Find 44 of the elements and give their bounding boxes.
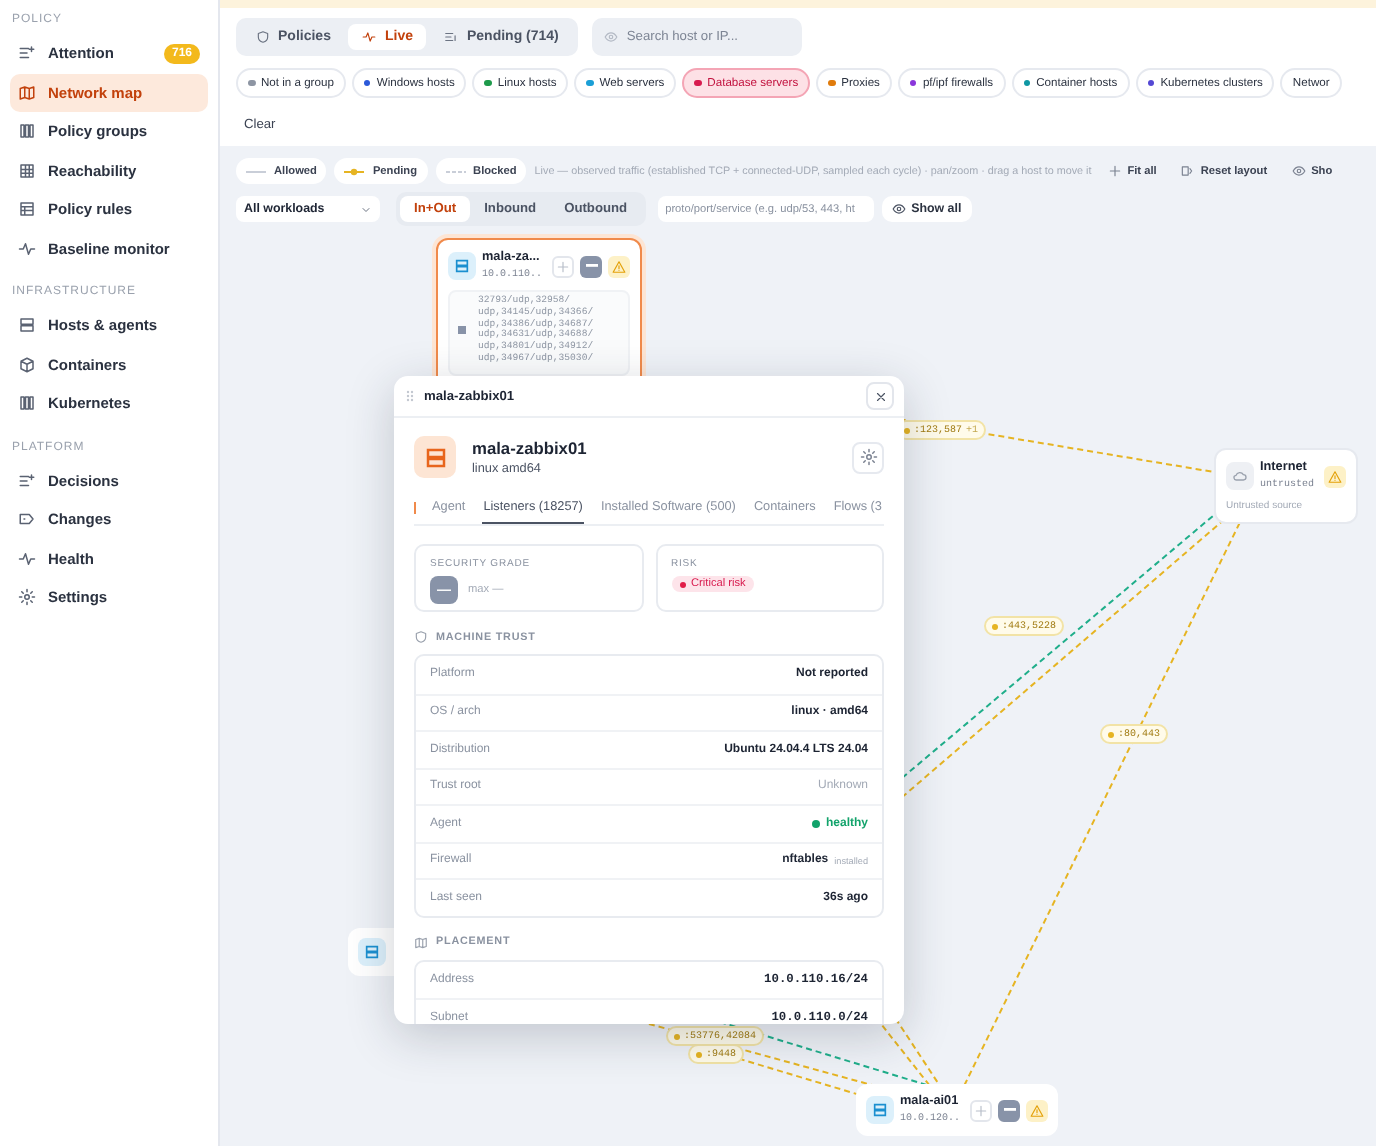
- pulse-icon: [362, 30, 377, 44]
- grade-icon: [580, 255, 603, 277]
- pulse-icon: [18, 549, 36, 568]
- table-icon: [18, 200, 36, 219]
- settings-icon: [859, 448, 877, 466]
- pulse-icon: [18, 239, 36, 258]
- eye-icon: [891, 202, 906, 216]
- crosshair-icon: [556, 259, 571, 273]
- pending-line-icon: [344, 167, 365, 175]
- scrolled-tab-marker: [414, 502, 416, 514]
- grade-icon: [998, 1099, 1021, 1121]
- server-icon: [18, 316, 36, 335]
- server-icon: [414, 436, 456, 478]
- grid-icon: [18, 161, 36, 180]
- allowed-line-icon: [246, 167, 266, 175]
- eye-icon: [1291, 164, 1306, 178]
- shield-icon: [256, 30, 270, 44]
- reset-layout-icon: [1180, 164, 1195, 178]
- cloud-icon: [1226, 462, 1254, 490]
- close-icon: [873, 389, 887, 403]
- focus-button[interactable]: [970, 1099, 993, 1121]
- map-icon: [18, 83, 36, 102]
- server-icon: [866, 1096, 894, 1124]
- columns-icon: [18, 394, 36, 413]
- map-icon: [414, 935, 428, 949]
- blocked-line-icon: [445, 167, 466, 175]
- tag-icon: [18, 510, 36, 529]
- close-button[interactable]: [866, 382, 894, 410]
- cube-icon: [18, 355, 36, 374]
- shield-icon: [414, 630, 428, 644]
- crosshair-icon: [974, 1103, 989, 1117]
- focus-button[interactable]: [552, 255, 575, 277]
- drag-handle-icon[interactable]: [406, 390, 414, 402]
- plus-icon: [1107, 164, 1122, 178]
- settings-button[interactable]: [852, 441, 884, 473]
- columns-icon: [18, 122, 36, 141]
- chevron-down-icon: [360, 203, 372, 215]
- settings-icon: [18, 588, 36, 607]
- host-name: mala-zabbix01: [472, 438, 587, 458]
- eye-icon: [604, 30, 619, 44]
- server-icon: [448, 252, 476, 280]
- square-icon: [458, 326, 466, 335]
- server-icon: [358, 938, 386, 966]
- list-icon: [444, 30, 459, 44]
